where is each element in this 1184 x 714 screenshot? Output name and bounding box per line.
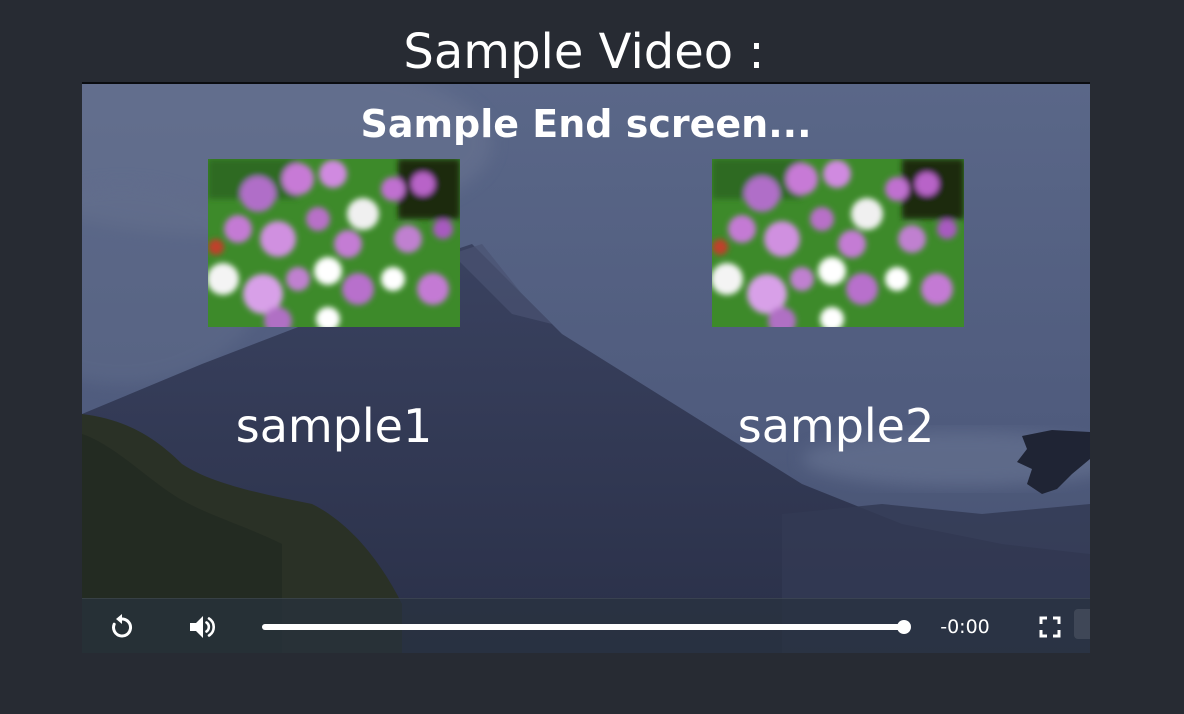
time-remaining: -0:00 — [940, 616, 990, 638]
end-screen-thumbnail-2[interactable] — [712, 159, 964, 327]
progress-bar[interactable] — [262, 620, 911, 634]
page-title: Sample Video : — [403, 24, 765, 80]
flower-thumbnail-image — [712, 159, 964, 327]
end-screen-title: Sample End screen... — [360, 102, 812, 146]
end-screen-label-1[interactable]: sample1 — [134, 398, 534, 454]
volume-button[interactable] — [186, 611, 218, 643]
fullscreen-button[interactable] — [1034, 611, 1066, 643]
volume-icon — [190, 616, 216, 638]
progress-fill — [262, 624, 904, 630]
end-screen-thumbnail-1[interactable] — [208, 159, 460, 327]
progress-handle[interactable] — [897, 620, 911, 634]
control-bar: -0:00 — [82, 598, 1090, 653]
control-bar-edge — [1074, 609, 1090, 639]
replay-icon — [112, 614, 132, 638]
replay-button[interactable] — [106, 611, 138, 643]
video-player[interactable]: Sample End screen... sample1 sample2 -0:… — [82, 82, 1090, 653]
end-screen-label-2[interactable]: sample2 — [636, 398, 1036, 454]
flower-thumbnail-image — [208, 159, 460, 327]
fullscreen-icon — [1039, 616, 1061, 638]
